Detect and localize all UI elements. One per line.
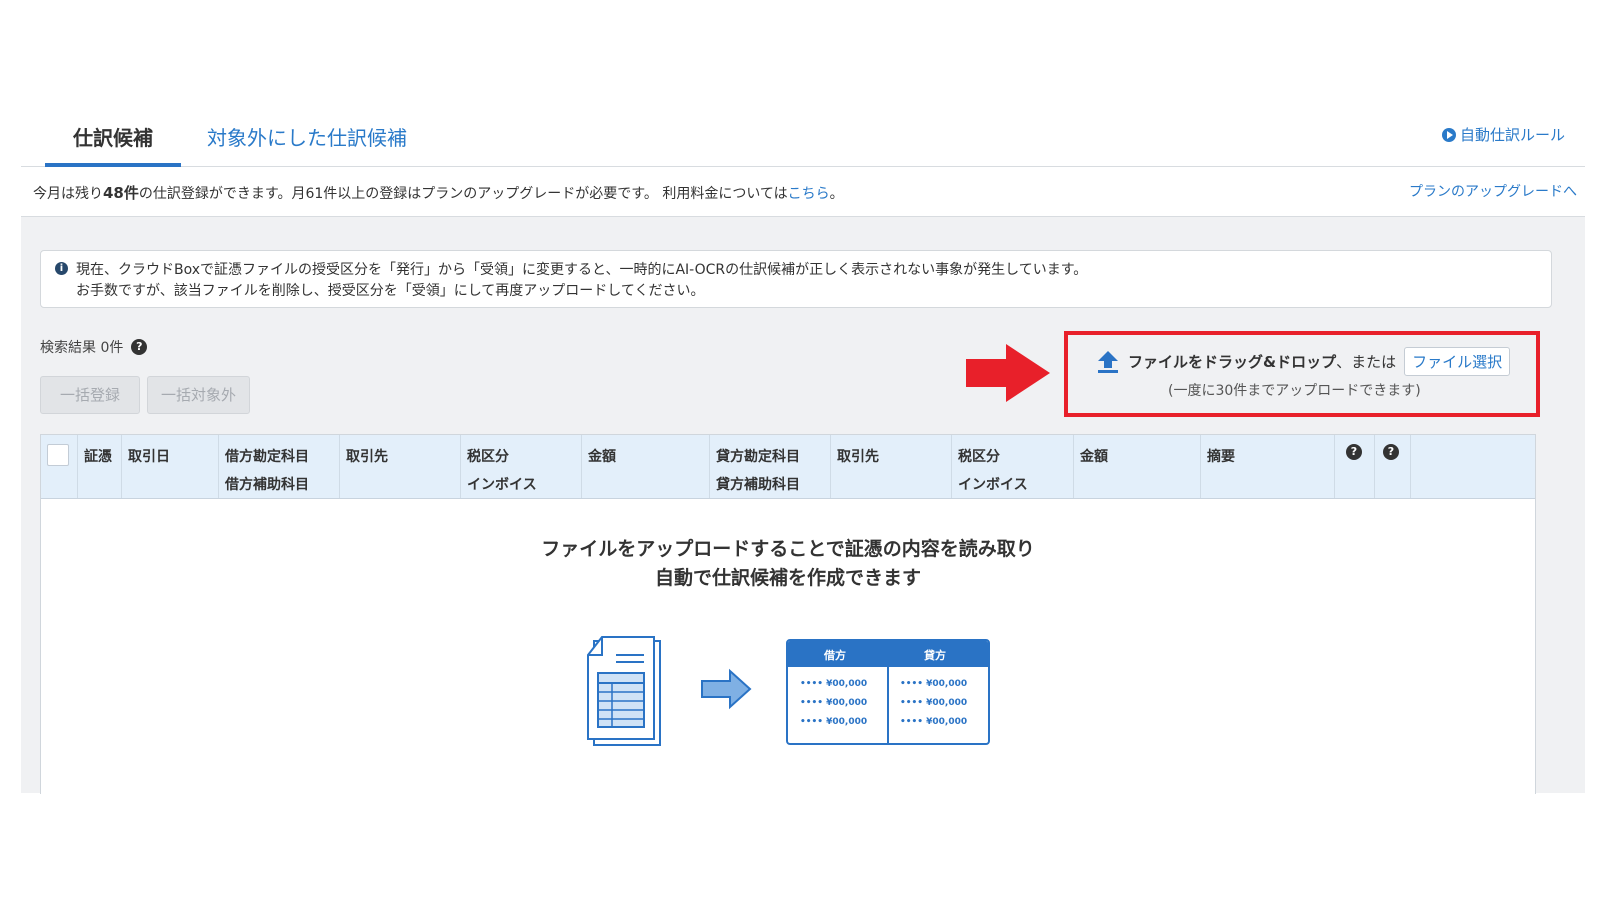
or-label: 、または: [1336, 353, 1397, 371]
empty-state-message: ファイルをアップロードすることで証憑の内容を読み取り 自動で仕訳候補を作成できま…: [41, 535, 1535, 593]
quota-prefix: 今月は残り: [33, 186, 103, 202]
search-result: 検索結果 0件 ?: [40, 337, 148, 357]
auto-rule-link[interactable]: 自動仕訳ルール: [1441, 124, 1565, 145]
column-separator: [1073, 435, 1074, 498]
column-separator: [121, 435, 122, 498]
column-separator: [830, 435, 831, 498]
ledger-debit-row: •••• ¥00,000: [800, 717, 868, 727]
header-debit-tax: 税区分 インボイス: [467, 443, 537, 499]
header-date: 取引日: [128, 449, 170, 465]
header-credit-tax-label: 税区分: [958, 449, 1000, 465]
notice-banner: i 現在、クラウドBoxで証憑ファイルの授受区分を「発行」から「受領」に変更する…: [40, 250, 1552, 308]
ledger-debit-row: •••• ¥00,000: [800, 698, 868, 708]
header-credit-sub-label: 貸方補助科目: [716, 477, 800, 493]
column-separator: [339, 435, 340, 498]
upload-row: ファイルをドラッグ&ドロップ 、または ファイル選択: [1098, 347, 1511, 376]
content-area: i 現在、クラウドBoxで証憑ファイルの授受区分を「発行」から「受領」に変更する…: [21, 217, 1585, 794]
quota-remaining: 48件: [103, 184, 139, 202]
bulk-exclude-button[interactable]: 一括対象外: [147, 376, 250, 414]
header-debit-invoice-label: インボイス: [467, 477, 537, 493]
ledger-illustration: 借方 貸方 •••• ¥00,000 •••• ¥00,000 •••• ¥00…: [786, 639, 990, 745]
header-debit-amount: 金額: [588, 449, 616, 465]
header-evidence: 証憑: [84, 449, 112, 465]
play-circle-icon: [1441, 127, 1456, 142]
column-separator: [1410, 435, 1411, 498]
quota-bar: 今月は残り48件の仕訳登録ができます。月61件以上の登録はプランのアップグレード…: [21, 167, 1585, 217]
document-illustration-icon: [587, 636, 752, 746]
column-separator: [581, 435, 582, 498]
red-arrow-icon: [966, 344, 1050, 402]
upload-drop-zone[interactable]: ファイルをドラッグ&ドロップ 、または ファイル選択 (一度に30件までアップロ…: [1064, 331, 1540, 417]
column-separator: [1200, 435, 1201, 498]
header-credit-partner: 取引先: [837, 449, 879, 465]
file-select-button[interactable]: ファイル選択: [1404, 347, 1511, 376]
help-icon[interactable]: ?: [1383, 444, 1399, 460]
header-debit-tax-label: 税区分: [467, 449, 509, 465]
header-credit-amount: 金額: [1080, 449, 1108, 465]
header-credit-tax: 税区分 インボイス: [958, 443, 1028, 499]
column-separator: [218, 435, 219, 498]
help-icon[interactable]: ?: [1346, 444, 1362, 460]
ledger-credit-label: 貸方: [924, 649, 946, 662]
header-debit-account: 借方勘定科目 借方補助科目: [225, 443, 309, 499]
search-result-count: 検索結果 0件: [40, 340, 124, 356]
column-separator: [77, 435, 78, 498]
upload-arrow-icon: [1098, 350, 1118, 373]
main-frame: 仕訳候補 対象外にした仕訳候補 自動仕訳ルール 今月は残り48件の仕訳登録ができ…: [21, 0, 1585, 794]
auto-rule-label: 自動仕訳ルール: [1459, 126, 1565, 144]
quota-middle: の仕訳登録ができます。月61件以上の登録はプランのアップグレードが必要です。 利…: [138, 186, 788, 202]
tab-bar: 仕訳候補 対象外にした仕訳候補 自動仕訳ルール: [21, 110, 1585, 167]
column-separator: [951, 435, 952, 498]
ledger-debit-row: •••• ¥00,000: [800, 679, 868, 689]
ledger-divider: [887, 641, 889, 743]
ledger-credit-row: •••• ¥00,000: [900, 679, 968, 689]
info-icon: i: [55, 262, 68, 275]
ledger-credit-row: •••• ¥00,000: [900, 698, 968, 708]
ledger-debit-label: 借方: [824, 649, 846, 662]
select-all-checkbox[interactable]: [47, 444, 69, 466]
header-debit-sub-label: 借方補助科目: [225, 477, 309, 493]
ledger-credit-row: •••• ¥00,000: [900, 717, 968, 727]
empty-state-line-1: ファイルをアップロードすることで証憑の内容を読み取り: [541, 538, 1035, 560]
header-debit-account-label: 借方勘定科目: [225, 449, 309, 465]
column-separator: [1374, 435, 1375, 498]
notice-line-2: お手数ですが、該当ファイルを削除し、授受区分を「受領」にして再度アップロードして…: [76, 283, 705, 299]
header-credit-account-label: 貸方勘定科目: [716, 449, 800, 465]
header-debit-partner: 取引先: [346, 449, 388, 465]
upgrade-plan-link[interactable]: プランのアップグレードへ: [1409, 181, 1577, 201]
journal-table: 証憑 取引日 借方勘定科目 借方補助科目 取引先 税区分 インボイス 金額 貸方…: [40, 434, 1536, 794]
bulk-register-button[interactable]: 一括登録: [40, 376, 140, 414]
pricing-link[interactable]: こちら: [788, 186, 830, 202]
drag-drop-label: ファイルをドラッグ&ドロップ: [1128, 353, 1337, 371]
column-separator: [709, 435, 710, 498]
help-icon[interactable]: ?: [131, 339, 148, 355]
quota-suffix: 。: [829, 186, 844, 202]
table-header: 証憑 取引日 借方勘定科目 借方補助科目 取引先 税区分 インボイス 金額 貸方…: [41, 435, 1535, 499]
notice-line-1: 現在、クラウドBoxで証憑ファイルの授受区分を「発行」から「受領」に変更すると、…: [76, 262, 1088, 278]
quota-text: 今月は残り48件の仕訳登録ができます。月61件以上の登録はプランのアップグレード…: [33, 182, 844, 203]
tab-journal-candidates[interactable]: 仕訳候補: [45, 122, 181, 167]
tab-excluded-candidates[interactable]: 対象外にした仕訳候補: [207, 122, 407, 151]
column-separator: [1334, 435, 1335, 498]
header-credit-account: 貸方勘定科目 貸方補助科目: [716, 443, 800, 499]
upload-limit-note: (一度に30件までアップロードできます): [1168, 383, 1421, 399]
column-separator: [460, 435, 461, 498]
header-credit-invoice-label: インボイス: [958, 477, 1028, 493]
header-memo: 摘要: [1207, 449, 1235, 465]
empty-state-line-2: 自動で仕訳候補を作成できます: [654, 567, 921, 589]
